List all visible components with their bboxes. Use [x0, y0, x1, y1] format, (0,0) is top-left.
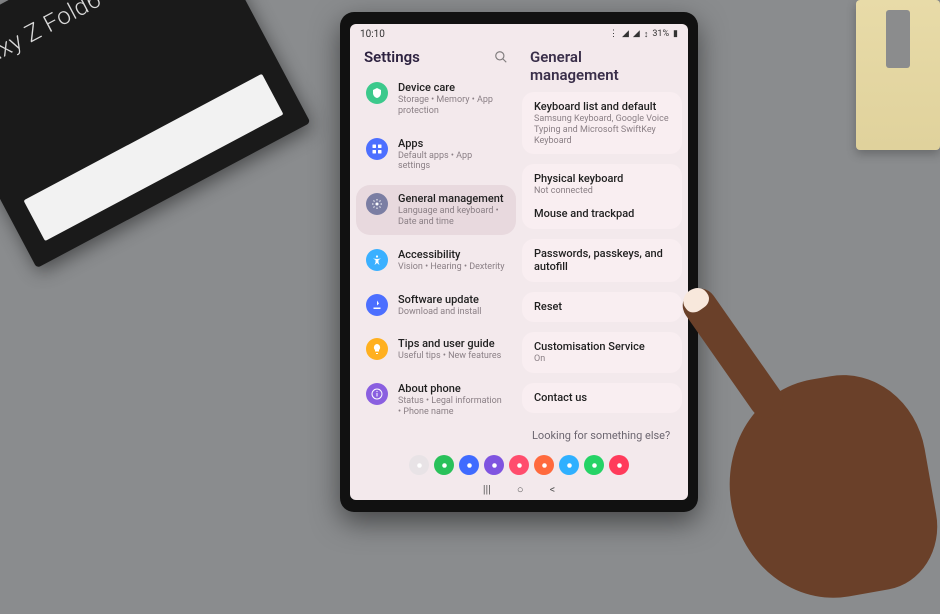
settings-item-apps[interactable]: AppsDefault apps • App settings [356, 130, 516, 180]
back-button[interactable]: < [550, 483, 556, 496]
setting-subtitle: Storage • Memory • App protection [398, 95, 506, 117]
hand [670, 278, 900, 538]
detail-card: Contact us [522, 383, 682, 413]
setting-title: Device care [398, 81, 506, 94]
detail-card: Keyboard list and defaultSamsung Keyboar… [522, 92, 682, 154]
signal-icon-2: ◢ [633, 29, 640, 39]
detail-row[interactable]: Reset [534, 300, 670, 313]
app-dock [350, 450, 688, 480]
setting-subtitle: Vision • Hearing • Dexterity [398, 262, 505, 273]
detail-row[interactable]: Customisation ServiceOn [534, 340, 670, 365]
about-icon [366, 383, 388, 405]
detail-header: General management [522, 44, 682, 92]
setting-title: Accessibility [398, 248, 505, 261]
play-app-icon[interactable] [559, 455, 579, 475]
setting-title: Apps [398, 137, 506, 150]
status-time: 10:10 [360, 29, 385, 40]
settings-item-device-care[interactable]: Device careStorage • Memory • App protec… [356, 74, 516, 124]
setting-subtitle: Language and keyboard • Date and time [398, 206, 506, 228]
setting-subtitle: Useful tips • New features [398, 351, 501, 362]
barcode-label [24, 74, 284, 241]
settings-item-tips[interactable]: Tips and user guideUseful tips • New fea… [356, 330, 516, 369]
detail-row-title: Reset [534, 300, 670, 313]
network-icon: ↕ [644, 29, 649, 40]
settings-item-about[interactable]: About phoneStatus • Legal information • … [356, 375, 516, 425]
screen: 10:10 ⋮ ◢ ◢ ↕ 31% ▮ Settings Device care… [350, 24, 688, 500]
settings-header: Settings [356, 44, 516, 74]
pocket-app-icon[interactable] [609, 455, 629, 475]
detail-row-sub: Samsung Keyboard, Google Voice Typing an… [534, 114, 670, 146]
product-box-text: Galaxy Z Fold6 [0, 0, 106, 86]
detail-card: Reset [522, 292, 682, 322]
detail-row-title: Mouse and trackpad [534, 207, 670, 220]
update-icon [366, 294, 388, 316]
detail-row-sub: On [534, 354, 670, 365]
settings-item-accessibility[interactable]: AccessibilityVision • Hearing • Dexterit… [356, 241, 516, 280]
battery-percent: 31% [652, 29, 669, 39]
home-button[interactable]: ○ [517, 483, 524, 496]
tablet-device: 10:10 ⋮ ◢ ◢ ↕ 31% ▮ Settings Device care… [340, 12, 698, 512]
settings-item-update[interactable]: Software updateDownload and install [356, 286, 516, 325]
detail-card: Physical keyboardNot connected Mouse and … [522, 164, 682, 229]
detail-row-sub: Not connected [534, 186, 670, 197]
detail-card: Passwords, passkeys, and autofill [522, 239, 682, 282]
setting-subtitle: Status • Legal information • Phone name [398, 396, 506, 418]
setting-title: General management [398, 192, 506, 205]
general-icon [366, 193, 388, 215]
status-bar: 10:10 ⋮ ◢ ◢ ↕ 31% ▮ [350, 24, 688, 44]
detail-title: General management [530, 48, 674, 84]
detail-row-title: Physical keyboard [534, 172, 670, 185]
setting-subtitle: Download and install [398, 307, 482, 318]
status-icons: ⋮ ◢ ◢ ↕ 31% ▮ [609, 29, 678, 40]
looking-for-label: Looking for something else? [522, 423, 682, 444]
device-care-icon [366, 82, 388, 104]
recent-apps-button[interactable]: ||| [483, 483, 491, 496]
hinge-prop [886, 10, 910, 68]
search-icon[interactable] [494, 50, 508, 64]
product-box: Galaxy Z Fold6 [0, 0, 311, 268]
setting-title: Software update [398, 293, 482, 306]
detail-row-title: Keyboard list and default [534, 100, 670, 113]
settings-title: Settings [364, 48, 420, 66]
gallery-app-icon[interactable] [509, 455, 529, 475]
finder-app-icon[interactable] [409, 455, 429, 475]
detail-row-title: Contact us [534, 391, 670, 404]
detail-row[interactable]: Physical keyboardNot connected [534, 172, 670, 197]
wood-block-prop [856, 0, 940, 150]
detail-pane: General management Keyboard list and def… [522, 44, 682, 450]
wifi-icon: ⋮ [609, 29, 618, 39]
messages-app-icon[interactable] [459, 455, 479, 475]
tips-icon [366, 338, 388, 360]
battery-icon: ▮ [673, 29, 678, 39]
detail-row[interactable]: Keyboard list and defaultSamsung Keyboar… [534, 100, 670, 146]
detail-card: Customisation ServiceOn [522, 332, 682, 373]
detail-row-title: Customisation Service [534, 340, 670, 353]
setting-title: Tips and user guide [398, 337, 501, 350]
settings-item-general[interactable]: General managementLanguage and keyboard … [356, 185, 516, 235]
detail-row[interactable]: Contact us [534, 391, 670, 404]
detail-row-title: Passwords, passkeys, and autofill [534, 247, 670, 273]
apps-icon [366, 138, 388, 160]
phone-app-icon[interactable] [434, 455, 454, 475]
accessibility-icon [366, 249, 388, 271]
calendar-app-icon[interactable] [534, 455, 554, 475]
internet-app-icon[interactable] [484, 455, 504, 475]
detail-row[interactable]: Mouse and trackpad [534, 207, 670, 220]
settings-list-pane: Settings Device careStorage • Memory • A… [356, 44, 516, 450]
setting-title: About phone [398, 382, 506, 395]
signal-icon: ◢ [622, 29, 629, 39]
detail-row[interactable]: Passwords, passkeys, and autofill [534, 247, 670, 273]
system-navbar: ||| ○ < [350, 480, 688, 500]
whatsapp-app-icon[interactable] [584, 455, 604, 475]
setting-subtitle: Default apps • App settings [398, 151, 506, 173]
